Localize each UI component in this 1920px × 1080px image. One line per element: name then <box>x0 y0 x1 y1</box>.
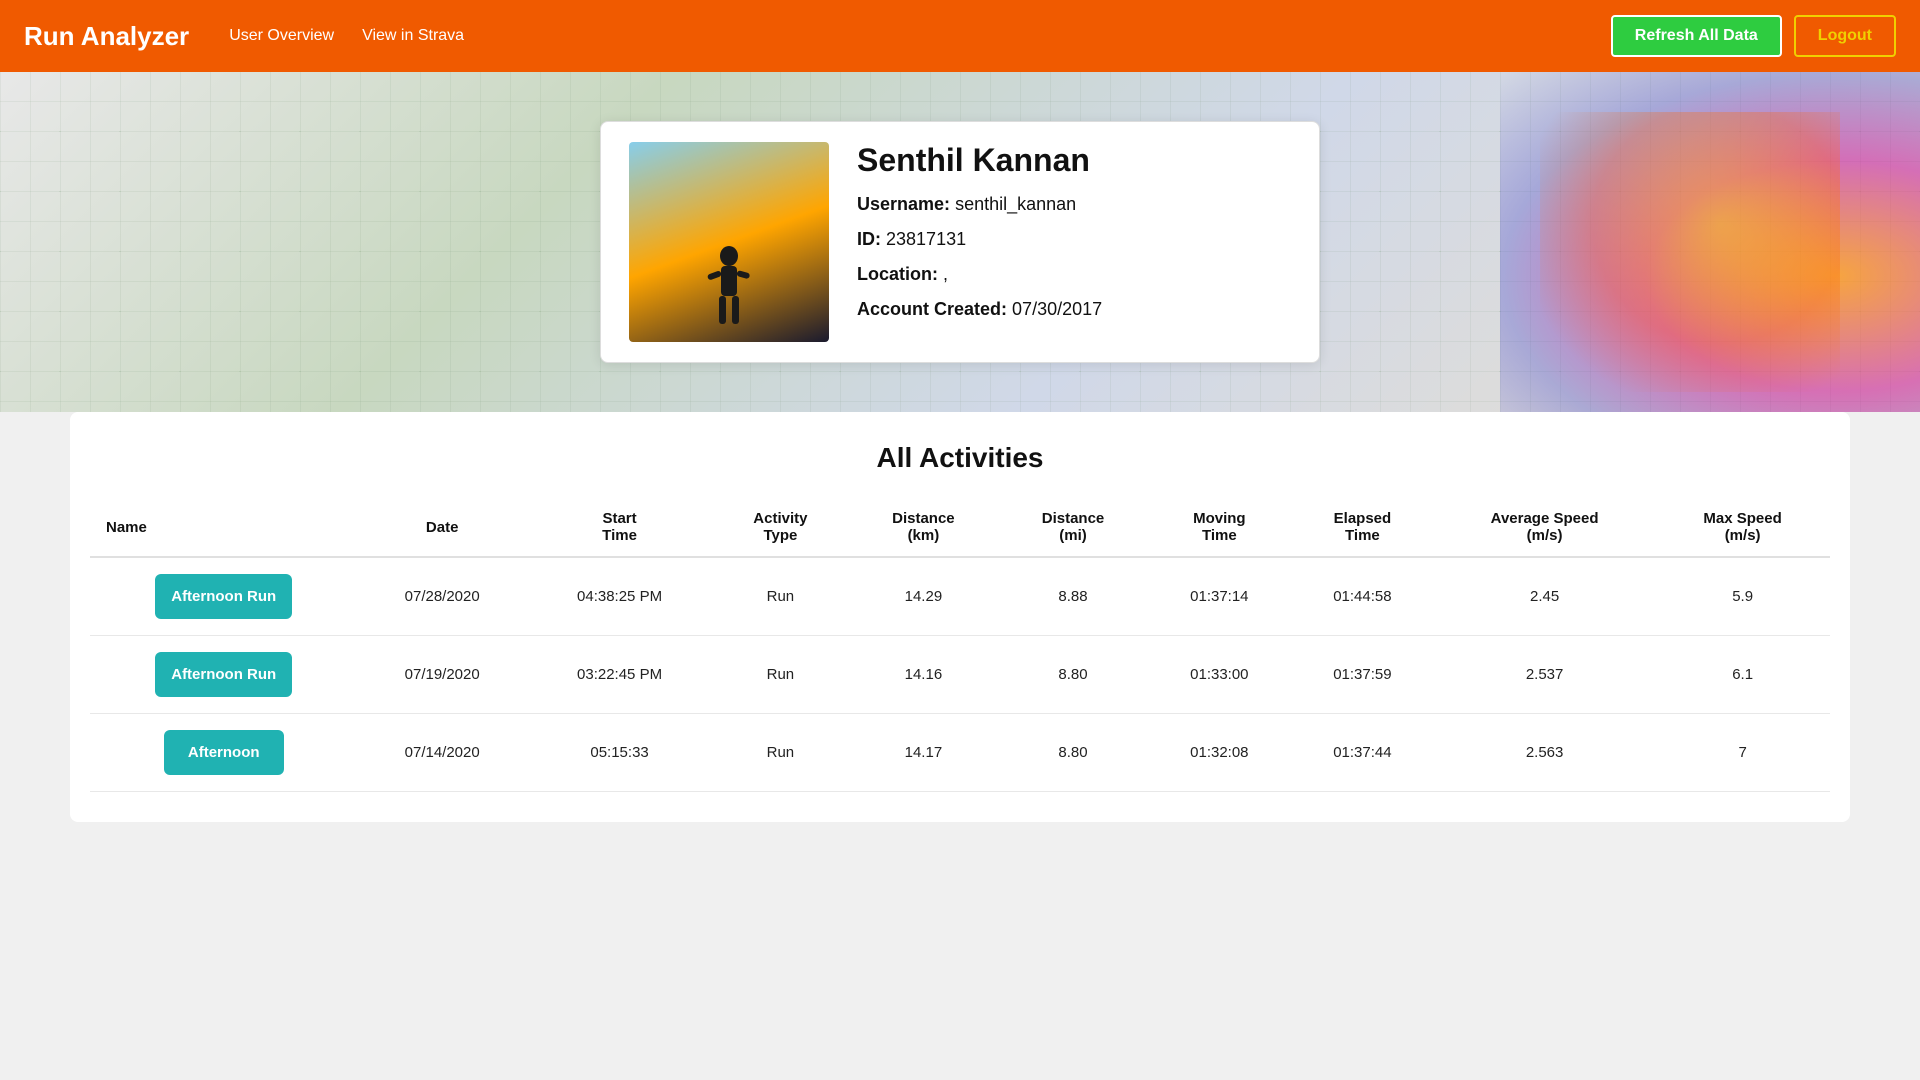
activity-distance-mi: 8.80 <box>998 636 1148 714</box>
activity-activity-type: Run <box>712 714 848 792</box>
activity-moving-time: 01:37:14 <box>1148 557 1291 636</box>
navbar: Run Analyzer User Overview View in Strav… <box>0 0 1920 72</box>
activity-date: 07/14/2020 <box>357 714 526 792</box>
profile-info: Senthil Kannan Username: senthil_kannan … <box>857 142 1102 342</box>
table-row: Afternoon Run 07/28/202004:38:25 PMRun14.… <box>90 557 1830 636</box>
activity-start-time: 03:22:45 PM <box>527 636 712 714</box>
activity-distance-mi: 8.80 <box>998 714 1148 792</box>
user-overview-link[interactable]: User Overview <box>229 27 334 45</box>
refresh-all-data-button[interactable]: Refresh All Data <box>1611 15 1782 57</box>
activity-distance-km: 14.29 <box>849 557 999 636</box>
activity-distance-km: 14.17 <box>849 714 999 792</box>
profile-id: ID: 23817131 <box>857 226 1102 253</box>
activity-avg-speed: 2.563 <box>1434 714 1655 792</box>
activity-moving-time: 01:32:08 <box>1148 714 1291 792</box>
col-header-distance-mi: Distance(mi) <box>998 498 1148 557</box>
activity-avg-speed: 2.537 <box>1434 636 1655 714</box>
view-in-strava-link[interactable]: View in Strava <box>362 27 464 45</box>
col-header-name: Name <box>90 498 357 557</box>
col-header-date: Date <box>357 498 526 557</box>
table-row: Afternoon07/14/202005:15:33Run14.178.800… <box>90 714 1830 792</box>
activity-distance-mi: 8.88 <box>998 557 1148 636</box>
profile-account-created: Account Created: 07/30/2017 <box>857 296 1102 323</box>
col-header-start-time: StartTime <box>527 498 712 557</box>
activity-max-speed: 6.1 <box>1655 636 1830 714</box>
activity-activity-type: Run <box>712 636 848 714</box>
col-header-distance-km: Distance(km) <box>849 498 999 557</box>
profile-name: Senthil Kannan <box>857 142 1102 179</box>
main-content: All Activities Name Date StartTime Activ… <box>70 412 1850 822</box>
activity-avg-speed: 2.45 <box>1434 557 1655 636</box>
col-header-moving-time: MovingTime <box>1148 498 1291 557</box>
activity-name-cell: Afternoon Run <box>90 557 357 636</box>
activity-name-cell: Afternoon <box>90 714 357 792</box>
profile-username: Username: senthil_kannan <box>857 191 1102 218</box>
activity-name-button[interactable]: Afternoon <box>164 730 284 775</box>
hero-splash2-decoration <box>1540 112 1840 392</box>
hero-section: Senthil Kannan Username: senthil_kannan … <box>0 72 1920 412</box>
activity-start-time: 05:15:33 <box>527 714 712 792</box>
activities-tbody: Afternoon Run 07/28/202004:38:25 PMRun14.… <box>90 557 1830 792</box>
activities-title: All Activities <box>90 442 1830 474</box>
activity-date: 07/19/2020 <box>357 636 526 714</box>
profile-card: Senthil Kannan Username: senthil_kannan … <box>600 121 1320 363</box>
activity-name-cell: Afternoon Run <box>90 636 357 714</box>
col-header-avg-speed: Average Speed(m/s) <box>1434 498 1655 557</box>
col-header-elapsed-time: ElapsedTime <box>1291 498 1434 557</box>
activity-name-button[interactable]: Afternoon Run <box>155 652 292 697</box>
col-header-max-speed: Max Speed(m/s) <box>1655 498 1830 557</box>
activities-table: Name Date StartTime ActivityType Distanc… <box>90 498 1830 792</box>
activity-distance-km: 14.16 <box>849 636 999 714</box>
activity-name-button[interactable]: Afternoon Run <box>155 574 292 619</box>
table-row: Afternoon Run 07/19/202003:22:45 PMRun14.… <box>90 636 1830 714</box>
col-header-activity-type: ActivityType <box>712 498 848 557</box>
table-header: Name Date StartTime ActivityType Distanc… <box>90 498 1830 557</box>
activity-max-speed: 5.9 <box>1655 557 1830 636</box>
table-header-row: Name Date StartTime ActivityType Distanc… <box>90 498 1830 557</box>
activity-elapsed-time: 01:37:59 <box>1291 636 1434 714</box>
activity-moving-time: 01:33:00 <box>1148 636 1291 714</box>
app-brand: Run Analyzer <box>24 21 189 52</box>
activity-date: 07/28/2020 <box>357 557 526 636</box>
activity-elapsed-time: 01:44:58 <box>1291 557 1434 636</box>
activity-max-speed: 7 <box>1655 714 1830 792</box>
activity-activity-type: Run <box>712 557 848 636</box>
profile-location: Location: , <box>857 261 1102 288</box>
avatar <box>629 142 829 342</box>
activity-start-time: 04:38:25 PM <box>527 557 712 636</box>
activity-elapsed-time: 01:37:44 <box>1291 714 1434 792</box>
logout-button[interactable]: Logout <box>1794 15 1896 57</box>
profile-silhouette <box>699 242 759 332</box>
